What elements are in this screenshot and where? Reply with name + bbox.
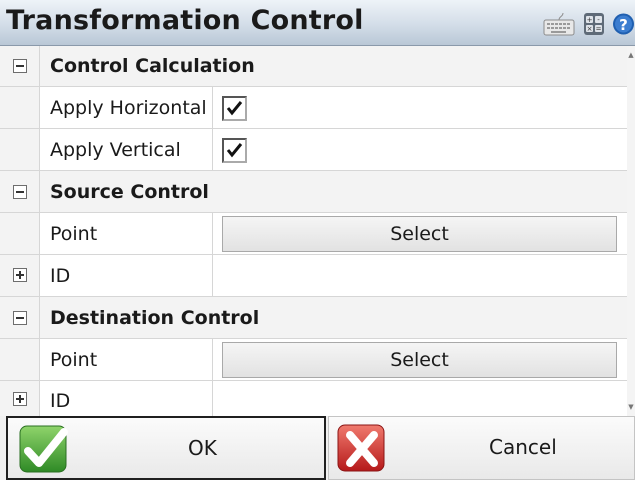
property-label: ID: [50, 390, 71, 412]
property-label: Apply Vertical: [50, 139, 181, 161]
destination-point-select-button[interactable]: Select: [222, 342, 617, 378]
cancel-button[interactable]: Cancel: [328, 416, 635, 480]
vertical-scrollbar[interactable]: ▲ ▼: [627, 46, 635, 416]
apply-horizontal-checkbox[interactable]: [222, 96, 247, 121]
section-destination-control: Destination Control: [0, 297, 627, 339]
property-label: ID: [50, 265, 71, 287]
calculator-icon[interactable]: + - × =: [583, 11, 605, 37]
property-label: Apply Horizontal: [50, 97, 207, 119]
property-row-apply-vertical: Apply Vertical: [0, 129, 627, 171]
collapse-icon[interactable]: [13, 311, 27, 325]
cancel-label: Cancel: [489, 435, 557, 459]
svg-text:=: =: [596, 25, 602, 33]
ok-button[interactable]: OK: [6, 416, 326, 480]
svg-text:×: ×: [587, 25, 593, 33]
apply-vertical-checkbox[interactable]: [222, 138, 247, 163]
checkmark-icon: [19, 425, 68, 473]
section-control-calculation: Control Calculation: [0, 46, 627, 87]
svg-text:+: +: [587, 16, 593, 24]
checkmark-icon: [226, 101, 243, 116]
ok-label: OK: [188, 436, 217, 460]
property-row-source-id: ID: [0, 255, 627, 297]
title-bar: Transformation Control + - × = ?: [0, 0, 635, 46]
section-label: Control Calculation: [50, 55, 255, 77]
property-row-destination-point: Point Select: [0, 339, 627, 381]
svg-text:?: ?: [619, 16, 628, 34]
scroll-down-icon[interactable]: ▼: [627, 402, 635, 412]
expand-icon[interactable]: [13, 392, 27, 406]
dialog-footer: OK Cancel: [0, 416, 635, 480]
keyboard-icon[interactable]: [543, 11, 575, 37]
property-label: Point: [50, 223, 98, 245]
window-title: Transformation Control: [6, 5, 364, 36]
section-source-control: Source Control: [0, 171, 627, 213]
checkmark-icon: [226, 143, 243, 158]
help-icon[interactable]: ?: [612, 11, 635, 37]
property-row-destination-id: ID: [0, 381, 627, 416]
property-label: Point: [50, 349, 98, 371]
collapse-icon[interactable]: [13, 59, 27, 73]
section-label: Source Control: [50, 181, 209, 203]
property-row-apply-horizontal: Apply Horizontal: [0, 87, 627, 129]
property-grid: Control Calculation Apply Horizontal App…: [0, 46, 635, 416]
section-label: Destination Control: [50, 307, 260, 329]
expand-icon[interactable]: [13, 268, 27, 282]
property-row-source-point: Point Select: [0, 213, 627, 255]
scroll-up-icon[interactable]: ▲: [627, 50, 635, 60]
collapse-icon[interactable]: [13, 185, 27, 199]
source-point-select-button[interactable]: Select: [222, 216, 617, 252]
close-icon: [337, 424, 385, 472]
